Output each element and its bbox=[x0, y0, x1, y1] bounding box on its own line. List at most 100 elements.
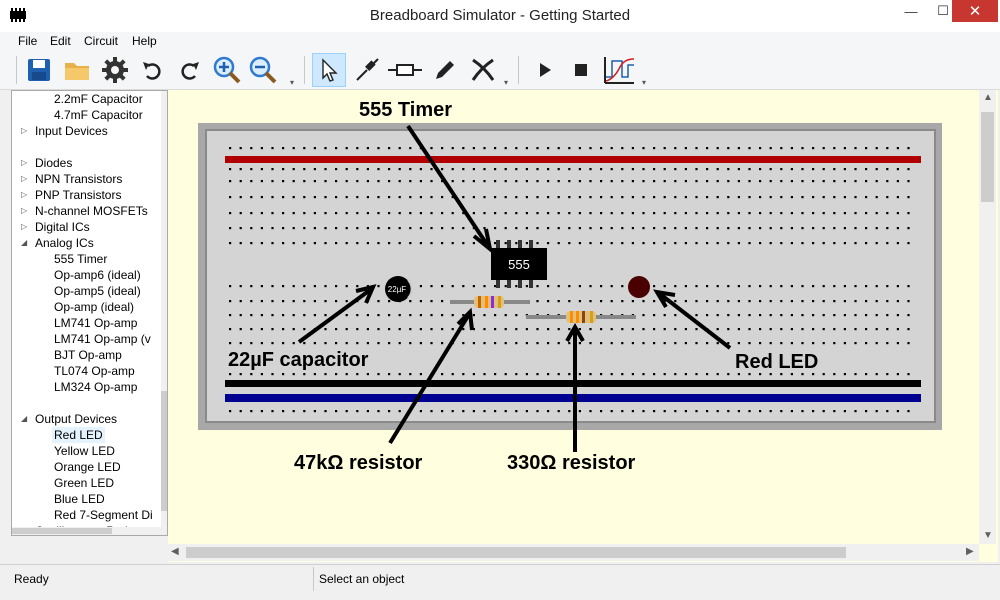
menu-edit[interactable]: Edit bbox=[50, 34, 71, 48]
redo-button[interactable] bbox=[172, 53, 206, 87]
tree-collapsed-icon[interactable]: ▷ bbox=[21, 171, 27, 187]
tree-collapsed-icon[interactable]: ▷ bbox=[21, 155, 27, 171]
tree-item-label: Red LED bbox=[52, 427, 105, 443]
zoom-in-icon bbox=[213, 56, 241, 84]
undo-button[interactable] bbox=[136, 53, 170, 87]
undo-icon bbox=[143, 62, 161, 80]
tree-item-label: 2.2mF Capacitor bbox=[54, 92, 143, 106]
tree-expanded-icon[interactable]: ◢ bbox=[21, 235, 27, 251]
probe-icon bbox=[356, 58, 379, 81]
tree-collapsed-icon[interactable]: ▷ bbox=[21, 123, 27, 139]
tools-dropdown-icon[interactable]: ▾ bbox=[504, 78, 508, 87]
open-button[interactable] bbox=[60, 53, 94, 87]
tree-item-label: 555 Timer bbox=[54, 252, 108, 266]
component-tree: 2.2mF Capacitor 4.7mF Capacitor ▷ Input Dev… bbox=[11, 90, 168, 536]
cut-wire-icon bbox=[471, 58, 495, 81]
tree-item-label: BJT Op-amp bbox=[54, 348, 122, 362]
tree-collapsed-icon[interactable]: ▷ bbox=[21, 187, 27, 203]
zoom-dropdown-icon[interactable]: ▾ bbox=[290, 78, 294, 87]
select-tool-button[interactable] bbox=[312, 53, 346, 87]
tree-item-label: Blue LED bbox=[54, 492, 105, 506]
tree-item-label: 4.7mF Capacitor bbox=[54, 108, 143, 122]
select-pointer-icon bbox=[322, 58, 338, 82]
menu-bar: File Edit Circuit Help bbox=[0, 32, 1000, 50]
stop-icon bbox=[575, 64, 587, 76]
tree-item-label: TL074 Op-amp bbox=[54, 364, 135, 378]
zoom-out-button[interactable] bbox=[246, 53, 280, 87]
horizontal-scroll-thumb[interactable] bbox=[186, 547, 846, 558]
tree-item-label: Op-amp (ideal) bbox=[54, 300, 135, 314]
tree-item-label: Digital ICs bbox=[35, 220, 90, 234]
probe-tool-button[interactable] bbox=[350, 53, 384, 87]
scroll-up-icon[interactable]: ▲ bbox=[983, 92, 993, 103]
canvas-vertical-scrollbar[interactable]: ▲ ▼ bbox=[979, 90, 996, 544]
zoom-in-button[interactable] bbox=[210, 53, 244, 87]
scope-dropdown-icon[interactable]: ▾ bbox=[642, 78, 646, 87]
resistor-tool-button[interactable] bbox=[388, 53, 422, 87]
tree-horizontal-scrollbar[interactable] bbox=[12, 527, 161, 535]
menu-help[interactable]: Help bbox=[132, 34, 157, 48]
tree-item-label: PNP Transistors bbox=[35, 188, 122, 202]
circuit-drawing: 555 22µF bbox=[198, 123, 942, 452]
scroll-down-icon[interactable]: ▼ bbox=[983, 530, 993, 541]
annotation-red-led: Red LED bbox=[735, 351, 819, 373]
minimize-button[interactable]: — bbox=[896, 0, 926, 22]
settings-button[interactable] bbox=[98, 53, 132, 87]
tree-item-label: Analog ICs bbox=[35, 236, 94, 250]
tree-item-label: Op-amp6 (ideal) bbox=[54, 268, 141, 282]
tree-item-label: Green LED bbox=[54, 476, 115, 490]
tree-vertical-scrollbar[interactable] bbox=[161, 91, 167, 535]
red-led bbox=[628, 276, 650, 298]
capacitor-label: 22µF bbox=[388, 285, 407, 294]
tree-item-label: Orange LED bbox=[54, 460, 121, 474]
tree-item-label: LM324 Op-amp bbox=[54, 380, 138, 394]
vertical-scroll-thumb[interactable] bbox=[981, 112, 994, 202]
tree-item-label: Red 7-Segment Di bbox=[54, 508, 153, 522]
tree-collapsed-icon[interactable]: ▷ bbox=[21, 219, 27, 235]
stop-button[interactable] bbox=[564, 53, 598, 87]
scope-graph-icon bbox=[604, 57, 635, 84]
menu-file[interactable]: File bbox=[18, 34, 37, 48]
cut-tool-button[interactable] bbox=[466, 53, 500, 87]
oscilloscope-button[interactable] bbox=[602, 53, 636, 87]
tree-item-label: Yellow LED bbox=[54, 444, 115, 458]
tree-expanded-icon[interactable]: ◢ bbox=[21, 411, 27, 427]
annotation-555-timer: 555 Timer bbox=[359, 99, 453, 121]
status-bar: Ready Select an object bbox=[0, 564, 1000, 592]
annotation-330-resistor: 330Ω resistor bbox=[507, 452, 636, 474]
tree-horizontal-scroll-thumb[interactable] bbox=[12, 528, 112, 534]
breadboard-canvas[interactable]: 555 22µF bbox=[168, 90, 998, 562]
toolbar: ▾ ▾ ▾ bbox=[0, 50, 1000, 90]
tree-item-label: Op-amp5 (ideal) bbox=[54, 284, 141, 298]
scroll-left-icon[interactable]: ◀ bbox=[171, 546, 179, 557]
canvas-horizontal-scrollbar[interactable]: ◀ ▶ bbox=[168, 544, 979, 561]
annotation-47k-resistor: 47kΩ resistor bbox=[294, 452, 423, 474]
settings-gear-icon bbox=[102, 57, 128, 83]
resistor-wire-icon bbox=[388, 64, 422, 76]
annotation-capacitor: 22µF capacitor bbox=[228, 349, 369, 371]
close-button[interactable]: ✕ bbox=[952, 0, 998, 22]
save-icon bbox=[28, 59, 50, 81]
tree-collapsed-icon[interactable]: ▷ bbox=[21, 203, 27, 219]
tree-item-label: Input Devices bbox=[35, 124, 108, 138]
play-icon bbox=[540, 63, 551, 77]
power-rail-red bbox=[225, 156, 921, 163]
pencil-icon bbox=[436, 61, 454, 79]
tree-item-label: LM741 Op-amp bbox=[54, 316, 138, 330]
zoom-out-icon bbox=[249, 56, 277, 84]
menu-circuit[interactable]: Circuit bbox=[84, 34, 118, 48]
pencil-tool-button[interactable] bbox=[428, 53, 462, 87]
tree-item-label: N-channel MOSFETs bbox=[35, 204, 148, 218]
save-button[interactable] bbox=[22, 53, 56, 87]
tree-item-label: LM741 Op-amp (v bbox=[54, 332, 151, 346]
status-left: Ready bbox=[14, 572, 49, 586]
tree-item-label: Output Devices bbox=[35, 412, 118, 426]
window-title: Breadboard Simulator - Getting Started bbox=[369, 7, 631, 24]
open-folder-icon bbox=[65, 63, 89, 80]
chip-label: 555 bbox=[508, 257, 530, 272]
tree-item-label: Diodes bbox=[35, 156, 73, 170]
scroll-right-icon[interactable]: ▶ bbox=[966, 546, 974, 557]
run-button[interactable] bbox=[528, 53, 562, 87]
breadboard-body bbox=[205, 129, 936, 423]
tree-vertical-scroll-thumb[interactable] bbox=[161, 391, 167, 511]
